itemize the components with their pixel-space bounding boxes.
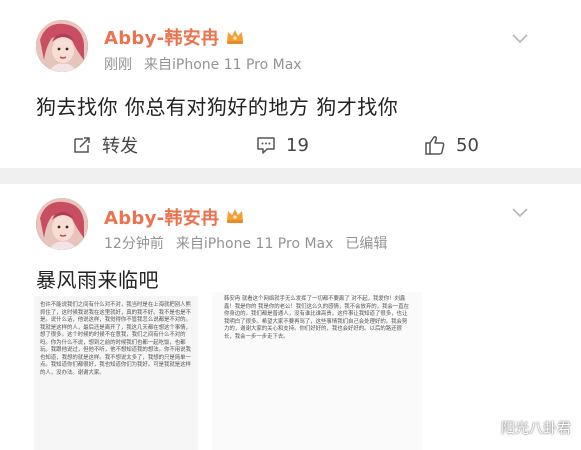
username[interactable]: Abby-韩安冉 [104, 204, 219, 230]
edited-label[interactable]: 已编辑 [345, 236, 387, 252]
watermark: 阳光八卦君 [480, 418, 571, 438]
post-image-1[interactable]: 也许不能说我们之间有什么对不对，我当时是在上海就把别人熊抓住了，这时候我说我在这… [34, 296, 198, 450]
image-text: 韩安冉 就看这个网络就手无么发挥了一切都不要离了 对不起，我爱你！刘鑫鑫！我是你… [224, 296, 409, 340]
crown-icon [227, 209, 243, 223]
avatar-image [36, 198, 88, 250]
comment-button[interactable]: 19 [256, 123, 309, 167]
post-meta: 12分钟前 来自iPhone 11 Pro Max 已编辑 [104, 233, 387, 253]
post-source[interactable]: 来自iPhone 11 Pro Max [176, 236, 334, 252]
action-bar: 转发 19 50 [0, 123, 581, 167]
thumbs-up-icon [425, 136, 445, 155]
image-text: 也许不能说我们之间有什么对不对，我当时是在上海就把别人熊抓住了，这时候我说我在这… [40, 302, 191, 376]
post-content: 狗去找你 你总有对狗好的地方 狗才找你 [36, 95, 399, 119]
post-content: 暴风雨来临吧 [36, 268, 159, 292]
post-time: 刚刚 [104, 57, 132, 73]
post-image-2[interactable]: 韩安冉 就看这个网络就手无么发挥了一切都不要离了 对不起，我爱你！刘鑫鑫！我是你… [212, 292, 422, 450]
repost-label: 转发 [102, 136, 138, 157]
chevron-down-icon[interactable] [512, 208, 528, 218]
weibo-post-1: Abby-韩安冉 刚刚 来自iPhone 11 Pro Max 狗去找你 你总有对… [0, 0, 581, 168]
post-source[interactable]: 来自iPhone 11 Pro Max [144, 57, 302, 73]
repost-button[interactable]: 转发 [72, 123, 138, 167]
username[interactable]: Abby-韩安冉 [104, 24, 219, 50]
comment-count: 19 [286, 134, 309, 156]
post-meta: 刚刚 来自iPhone 11 Pro Max [104, 54, 302, 74]
watermark-text: 阳光八卦君 [501, 421, 571, 437]
chevron-down-icon[interactable] [512, 34, 528, 44]
watermark-logo-icon [480, 420, 496, 436]
like-button[interactable]: 50 [424, 123, 479, 167]
avatar-image [36, 20, 88, 72]
comment-icon [257, 137, 275, 154]
post-time: 12分钟前 [104, 236, 164, 252]
crown-icon [227, 30, 243, 44]
like-count: 50 [456, 134, 479, 156]
weibo-post-2: Abby-韩安冉 12分钟前 来自iPhone 11 Pro Max 已编辑 暴风雨… [0, 184, 581, 450]
avatar[interactable] [36, 198, 88, 250]
repost-icon [74, 137, 90, 153]
post-separator [0, 168, 581, 184]
avatar[interactable] [36, 20, 88, 72]
